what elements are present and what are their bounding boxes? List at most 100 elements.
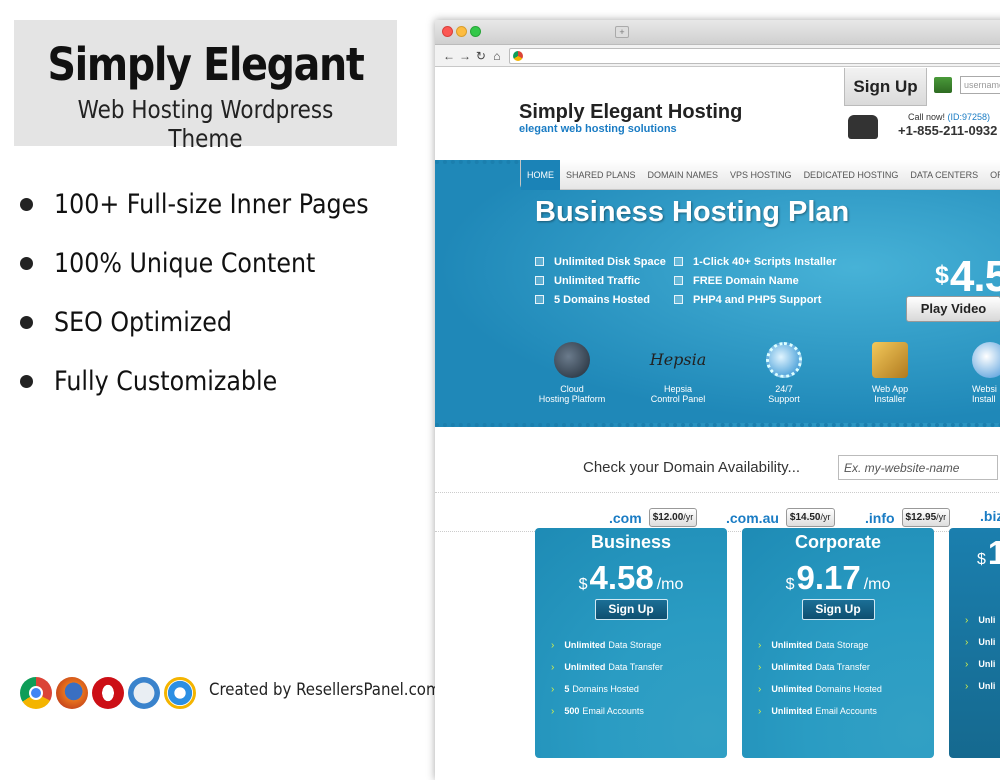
plan-feature: › Unlimited Data Storage — [551, 639, 662, 651]
hero-features-left: Unlimited Disk Space Unlimited Traffic 5… — [535, 252, 666, 309]
menu-item-home[interactable]: HOME — [521, 159, 560, 190]
opera-icon — [92, 677, 124, 709]
tld-com-au[interactable]: .com.au $14.50/yr — [726, 508, 835, 527]
plan-feature: › Unlimited Email Accounts — [758, 705, 877, 717]
domain-search-input[interactable]: Ex. my-website-name — [838, 455, 998, 480]
plan-feature: › Unlimited Data Storage — [758, 639, 869, 651]
hero-title: Business Hosting Plan — [535, 196, 850, 228]
arrow-icon: › — [551, 639, 555, 651]
plan-feature: › Unlimited Data Transfer — [758, 661, 870, 673]
safari-icon — [128, 677, 160, 709]
menu-item-shared-plans[interactable]: SHARED PLANS — [560, 160, 642, 190]
feature-item: SEO Optimized — [20, 293, 412, 352]
menu-item-vps-hosting[interactable]: VPS HOSTING — [724, 160, 798, 190]
service-support[interactable]: 24/7 Support — [739, 342, 829, 404]
chrome-favicon-icon — [512, 50, 523, 61]
website: Sign Up username Simply Elegant Hosting … — [435, 68, 1000, 780]
site-logo-tagline: elegant web hosting solutions — [519, 123, 677, 135]
hero-price: $4.5 — [935, 252, 1000, 301]
arrow-icon: › — [965, 636, 969, 648]
play-video-button[interactable]: Play Video — [906, 296, 1000, 322]
installer-icon — [972, 342, 1000, 378]
plan-name: Corporate — [794, 532, 881, 552]
tld-price-badge: $12.00/yr — [648, 508, 698, 527]
hero-feature: FREE Domain Name — [674, 271, 836, 290]
globe-icon — [554, 342, 590, 378]
service-website-installer[interactable]: Websi Install — [945, 342, 1000, 404]
feature-item: 100+ Full-size Inner Pages — [20, 175, 412, 234]
service-web-app[interactable]: Web App Installer — [845, 342, 935, 404]
plan-feature: › 5 Domains Hosted — [551, 683, 639, 695]
browser-window: + ← → ↻ ⌂ Sign Up username Simply Elegan… — [435, 20, 1000, 780]
plan-card-third: $1 › Unli › Unli › Unli › Unli — [949, 528, 1000, 758]
hero-banner: HOME SHARED PLANS DOMAIN NAMES VPS HOSTI… — [435, 159, 1000, 427]
feature-item: 100% Unique Content — [20, 234, 412, 293]
feature-list: 100+ Full-size Inner Pages 100% Unique C… — [20, 175, 412, 411]
menu-item-dedicated-hosting[interactable]: DEDICATED HOSTING — [798, 160, 905, 190]
plan-price: $4.58/mo — [578, 559, 684, 596]
home-icon[interactable]: ⌂ — [489, 49, 505, 63]
tld-info[interactable]: .info $12.95/yr — [865, 508, 951, 527]
arrow-icon: › — [551, 705, 555, 717]
arrow-icon: › — [965, 614, 969, 626]
plan-feature: › Unli — [965, 658, 996, 670]
feature-item: Fully Customizable — [20, 352, 412, 411]
box-icon — [872, 342, 908, 378]
arrow-icon: › — [758, 639, 762, 651]
hero-features-right: 1-Click 40+ Scripts Installer FREE Domai… — [674, 252, 836, 309]
arrow-icon: › — [551, 683, 555, 695]
bullet-icon — [20, 257, 33, 270]
hero-feature: Unlimited Disk Space — [535, 252, 666, 271]
service-cloud[interactable]: Cloud Hosting Platform — [527, 342, 617, 404]
browser-navbar: ← → ↻ ⌂ — [435, 45, 1000, 67]
reload-icon[interactable]: ↻ — [473, 49, 489, 63]
arrow-icon: › — [758, 661, 762, 673]
back-icon[interactable]: ← — [441, 49, 457, 63]
plan-card-corporate: Corporate $9.17/mo Sign Up › Unlimited Dat… — [742, 528, 934, 758]
promo-title-box: Simply Elegant Web Hosting Wordpress The… — [14, 20, 397, 153]
ie-icon — [164, 677, 196, 709]
signup-button[interactable]: Sign Up — [844, 68, 927, 106]
hero-feature: 1-Click 40+ Scripts Installer — [674, 252, 836, 271]
tld-price-badge: $12.95/yr — [901, 508, 951, 527]
checkbox-icon — [674, 295, 683, 304]
tld-com[interactable]: .com $12.00/yr — [609, 508, 698, 527]
maximize-window-button[interactable] — [470, 26, 481, 37]
menu-item-order[interactable]: ORDE — [984, 160, 1000, 190]
plan-price: $9.17/mo — [785, 559, 891, 596]
gear-globe-icon — [766, 342, 802, 378]
plan-feature: › Unli — [965, 614, 996, 626]
plan-feature: › Unli — [965, 636, 996, 648]
new-tab-button[interactable]: + — [615, 26, 629, 38]
service-hepsia[interactable]: Hepsia Hepsia Control Panel — [633, 342, 723, 404]
close-window-button[interactable] — [442, 26, 453, 37]
main-menu: HOME SHARED PLANS DOMAIN NAMES VPS HOSTI… — [520, 159, 1000, 190]
tld-price-badge: $14.50/yr — [785, 508, 835, 527]
bullet-icon — [20, 198, 33, 211]
plan-signup-button[interactable]: Sign Up — [801, 599, 875, 620]
plan-name: Business — [590, 532, 672, 552]
arrow-icon: › — [965, 658, 969, 670]
forward-icon[interactable]: → — [457, 49, 473, 63]
tld-biz[interactable]: .biz — [980, 508, 1000, 524]
plan-signup-button[interactable]: Sign Up — [594, 599, 668, 620]
username-input[interactable]: username — [960, 76, 1000, 94]
firefox-icon — [56, 677, 88, 709]
site-logo-name[interactable]: Simply Elegant Hosting — [519, 101, 742, 124]
call-id: (ID:97258) — [947, 112, 991, 122]
menu-item-domain-names[interactable]: DOMAIN NAMES — [642, 160, 725, 190]
checkbox-icon — [535, 295, 544, 304]
address-bar[interactable] — [508, 47, 1000, 64]
menu-item-data-centers[interactable]: DATA CENTERS — [904, 160, 984, 190]
promo-title: Simply Elegant — [47, 38, 364, 91]
minimize-window-button[interactable] — [456, 26, 467, 37]
arrow-icon: › — [758, 705, 762, 717]
plan-feature: › 500 Email Accounts — [551, 705, 644, 717]
login-key-icon — [934, 77, 952, 93]
phone-icon — [848, 115, 878, 139]
plan-price: $1 — [977, 534, 1000, 571]
plan-feature: › Unli — [965, 680, 996, 692]
checkbox-icon — [674, 276, 683, 285]
chrome-icon — [20, 677, 52, 709]
checkbox-icon — [674, 257, 683, 266]
